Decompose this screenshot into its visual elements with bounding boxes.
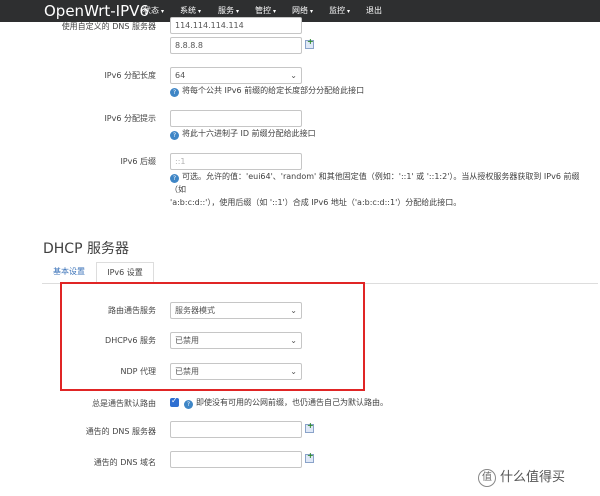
- ipv6-hint-label: IPv6 分配提示: [104, 114, 156, 123]
- ipv6-assign-len-help-row: ? 将每个公共 IPv6 前缀的给定长度部分分配给此接口: [170, 84, 364, 97]
- chevron-down-icon: ▾: [236, 8, 240, 15]
- ipv6-hint-help: 将此十六进制子 ID 前缀分配给此接口: [182, 129, 316, 138]
- menu-logout[interactable]: 退出: [366, 0, 382, 22]
- add-dns-icon[interactable]: [305, 37, 314, 49]
- dhcpv6-service-label: DHCPv6 服务: [105, 336, 156, 345]
- dns-input-2[interactable]: 8.8.8.8: [170, 37, 302, 54]
- ipv6-suffix-help-1: 可选。允许的值：'eui64'、'random' 和其他固定值（例如：'::1'…: [170, 172, 580, 194]
- chevron-down-icon: ▾: [310, 8, 314, 15]
- watermark-logo-icon: 值: [478, 468, 496, 487]
- ipv6-suffix-help-2: 'a:b:c:d::'），使用后缀（如 '::1'）合成 IPv6 地址（'a:…: [170, 198, 462, 207]
- info-icon: ?: [170, 88, 179, 97]
- default-router-help: 即使没有可用的公网前缀，也仍通告自己为默认路由。: [196, 398, 388, 407]
- ipv6-suffix-help-row: ? 可选。允许的值：'eui64'、'random' 和其他固定值（例如：'::1…: [170, 170, 595, 209]
- announced-dns-input[interactable]: [170, 421, 302, 438]
- ndp-proxy-select[interactable]: 已禁用 ⌄: [170, 363, 302, 380]
- tab-basic-settings[interactable]: 基本设置: [53, 262, 98, 283]
- default-router-checkbox[interactable]: [170, 396, 179, 407]
- dhcpv6-service-select[interactable]: 已禁用 ⌄: [170, 332, 302, 349]
- add-announced-domain-icon[interactable]: [305, 451, 314, 463]
- info-icon: ?: [170, 131, 179, 140]
- ipv6-assign-len-label: IPv6 分配长度: [104, 71, 156, 80]
- info-icon: ?: [184, 400, 193, 409]
- chevron-down-icon: ⌄: [290, 367, 297, 376]
- announced-domain-input[interactable]: [170, 451, 302, 468]
- chevron-down-icon: ▾: [273, 8, 277, 15]
- chevron-down-icon: ⌄: [290, 336, 297, 345]
- ra-service-select[interactable]: 服务器模式 ⌄: [170, 302, 302, 319]
- ipv6-suffix-input[interactable]: ::1: [170, 153, 302, 170]
- default-router-help-row: ? 即使没有可用的公网前缀，也仍通告自己为默认路由。: [184, 396, 388, 409]
- info-icon: ?: [170, 174, 179, 183]
- ipv6-suffix-label: IPv6 后缀: [120, 157, 156, 166]
- announced-dns-label: 通告的 DNS 服务器: [85, 427, 156, 436]
- dns-input-1[interactable]: 114.114.114.114: [170, 17, 302, 34]
- ipv6-assign-len-select[interactable]: 64 ⌄: [170, 67, 302, 84]
- menu-monitor[interactable]: 监控 ▾: [329, 0, 350, 22]
- chevron-down-icon: ⌄: [290, 306, 297, 315]
- add-announced-dns-icon[interactable]: [305, 421, 314, 433]
- default-router-label: 总是通告默认路由: [92, 399, 156, 408]
- ra-service-label: 路由通告服务: [108, 306, 156, 315]
- ipv6-hint-input[interactable]: [170, 110, 302, 127]
- ipv6-hint-help-row: ? 将此十六进制子 ID 前缀分配给此接口: [170, 127, 316, 140]
- tab-ipv6-settings[interactable]: IPv6 设置: [96, 262, 154, 283]
- chevron-down-icon: ▾: [347, 8, 351, 15]
- announced-domain-label: 通告的 DNS 域名: [93, 458, 156, 467]
- chevron-down-icon: ▾: [198, 8, 202, 15]
- brand-title[interactable]: OpenWrt-IPV6: [44, 1, 149, 21]
- menu-status[interactable]: 状态 ▾: [143, 0, 164, 22]
- chevron-down-icon: ⌄: [290, 71, 297, 80]
- ipv6-assign-len-help: 将每个公共 IPv6 前缀的给定长度部分分配给此接口: [182, 86, 365, 95]
- chevron-down-icon: ▾: [161, 8, 165, 15]
- watermark-text: 什么值得买: [500, 470, 566, 485]
- ndp-proxy-label: NDP 代理: [120, 367, 156, 376]
- dhcp-section-title: DHCP 服务器: [43, 241, 129, 257]
- custom-dns-label: 使用自定义的 DNS 服务器: [61, 22, 156, 31]
- watermark: 值什么值得买: [478, 466, 565, 487]
